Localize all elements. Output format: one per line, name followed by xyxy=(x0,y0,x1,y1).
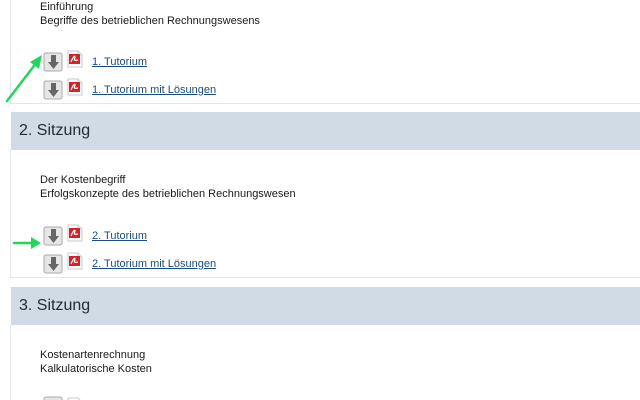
section-title: 2. Sitzung xyxy=(19,122,91,139)
section-header-2[interactable]: 2. Sitzung xyxy=(11,112,640,150)
file-row-2-tutorium[interactable]: 2. Tutorium xyxy=(43,224,147,247)
pdf-icon xyxy=(67,50,83,68)
download-icon[interactable] xyxy=(43,52,63,72)
download-icon[interactable] xyxy=(43,226,63,246)
section-2-description: Der Kostenbegriff Erfolgskonzepte des be… xyxy=(40,173,296,201)
section-title: 3. Sitzung xyxy=(19,297,91,314)
section-3-topic-2: Kalkulatorische Kosten xyxy=(40,363,152,375)
section-1-topic-1: Einführung xyxy=(40,1,94,13)
pdf-icon xyxy=(67,78,83,96)
file-row-1-tutorium-loesungen[interactable]: 1. Tutorium mit Lösungen xyxy=(43,78,216,101)
download-icon[interactable] xyxy=(43,254,63,274)
section-1-topic-2: Begriffe des betrieblichen Rechnungswese… xyxy=(40,15,260,27)
file-link-2-tutorium[interactable]: 2. Tutorium xyxy=(92,230,147,242)
file-row-3-partial[interactable] xyxy=(43,395,83,400)
pdf-icon xyxy=(67,252,83,270)
section-3-description: Kostenartenrechnung Kalkulatorische Kost… xyxy=(40,348,152,376)
section-1-description: Einführung Begriffe des betrieblichen Re… xyxy=(40,0,260,28)
section-3-topic-1: Kostenartenrechnung xyxy=(40,349,146,361)
section-header-3[interactable]: 3. Sitzung xyxy=(11,287,640,325)
file-row-1-tutorium[interactable]: 1. Tutorium xyxy=(43,50,147,73)
download-icon[interactable] xyxy=(43,80,63,100)
pdf-icon xyxy=(67,224,83,242)
download-icon[interactable] xyxy=(43,396,63,400)
file-link-1-tutorium[interactable]: 1. Tutorium xyxy=(92,56,147,68)
section-2-topic-1: Der Kostenbegriff xyxy=(40,174,126,186)
file-row-2-tutorium-loesungen[interactable]: 2. Tutorium mit Lösungen xyxy=(43,252,216,275)
section-2-topic-2: Erfolgskonzepte des betrieblichen Rechnu… xyxy=(40,188,296,200)
file-link-2-tutorium-loesungen[interactable]: 2. Tutorium mit Lösungen xyxy=(92,258,216,270)
course-page: Einführung Begriffe des betrieblichen Re… xyxy=(0,0,640,400)
file-link-1-tutorium-loesungen[interactable]: 1. Tutorium mit Lösungen xyxy=(92,84,216,96)
